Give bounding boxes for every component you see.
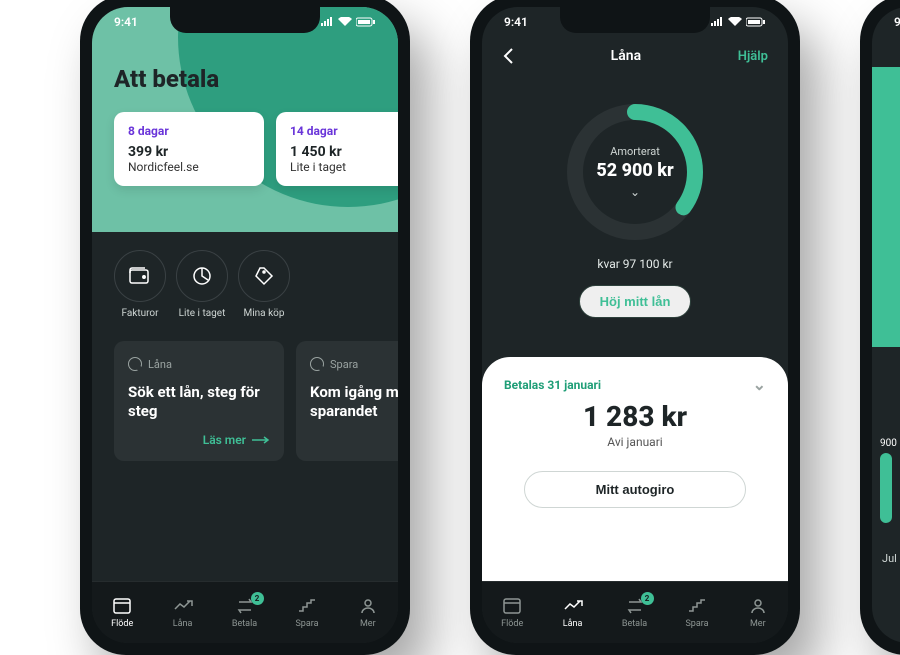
- payment-card[interactable]: 14 dagar 1 450 kr Lite i taget: [276, 112, 398, 186]
- due-label: Betalas 31 januari: [504, 378, 601, 392]
- tab-mer[interactable]: Mer: [747, 596, 769, 629]
- hero-att-betala: Att betala 8 dagar 399 kr Nordicfeel.se …: [92, 7, 398, 232]
- tab-flode[interactable]: Flöde: [501, 596, 523, 629]
- phone-loan: 9:41 Låna Hjälp: [470, 0, 800, 655]
- status-time: 9:41: [504, 15, 528, 29]
- progress-ring: Amorterat 52 900 kr ⌄: [560, 97, 710, 247]
- quick-actions-row: Fakturor Lite i taget Mina köp: [92, 232, 398, 331]
- logo-icon: [128, 357, 142, 371]
- logo-icon: [310, 357, 324, 371]
- notch: [170, 7, 320, 33]
- user-icon: [357, 596, 379, 616]
- promo-title: Kom igång med sparandet: [310, 383, 398, 421]
- remaining-text: kvar 97 100 kr: [597, 257, 672, 271]
- hero-title: Att betala: [114, 65, 219, 93]
- loan-icon: [172, 596, 194, 616]
- raise-loan-button[interactable]: Höj mitt lån: [579, 285, 692, 318]
- status-icons: [710, 15, 766, 29]
- nav-title: Låna: [611, 48, 641, 64]
- slider-track: [880, 453, 892, 523]
- amount-slider[interactable]: 900: [880, 438, 897, 523]
- loan-progress: Amorterat 52 900 kr ⌄ kvar 97 100 kr Höj…: [482, 97, 788, 318]
- status-time: 9:41: [894, 15, 900, 29]
- due-sub: Avi januari: [504, 435, 766, 449]
- hero-shape: [872, 67, 900, 347]
- phone-feed: 9:41 Att betala 8 dagar 399 kr Nordicfee…: [80, 0, 410, 655]
- promo-read-more[interactable]: Läs mer: [310, 433, 398, 447]
- pay-icon: 2: [624, 596, 646, 616]
- wallet-icon: [114, 250, 166, 302]
- chevron-down-icon: ⌄: [753, 375, 766, 394]
- arrow-right-icon: [252, 436, 270, 444]
- piechart-icon: [176, 250, 228, 302]
- quick-fakturor[interactable]: Fakturor: [114, 250, 166, 319]
- payment-days: 14 dagar: [290, 124, 398, 138]
- status-bar: 9:41: [872, 15, 900, 29]
- pay-icon: 2: [234, 596, 256, 616]
- payment-sheet: Betalas 31 januari ⌄ 1 283 kr Avi januar…: [482, 357, 788, 581]
- status-icons: [320, 15, 376, 29]
- back-button[interactable]: [502, 47, 514, 65]
- user-icon: [747, 596, 769, 616]
- quick-label: Lite i taget: [179, 308, 226, 319]
- save-icon: [296, 596, 318, 616]
- status-time: 9:41: [114, 15, 138, 29]
- promo-row[interactable]: Låna Sök ett lån, steg för steg Läs mer …: [92, 331, 398, 471]
- phone-partial: 9:41 900 Jul: [860, 0, 900, 655]
- quick-label: Mina köp: [244, 308, 285, 319]
- due-row[interactable]: Betalas 31 januari ⌄: [504, 375, 766, 394]
- ring-label: Amorterat: [610, 145, 660, 158]
- loan-icon: [562, 596, 584, 616]
- payment-cards-row[interactable]: 8 dagar 399 kr Nordicfeel.se 14 dagar 1 …: [114, 112, 398, 186]
- slider-value: 900: [880, 438, 897, 449]
- tab-mer[interactable]: Mer: [357, 596, 379, 629]
- promo-title: Sök ett lån, steg för steg: [128, 383, 270, 421]
- help-link[interactable]: Hjälp: [738, 49, 768, 64]
- autogiro-button[interactable]: Mitt autogiro: [524, 471, 747, 508]
- tab-spara[interactable]: Spara: [295, 596, 318, 629]
- tab-flode[interactable]: Flöde: [111, 596, 133, 629]
- payment-amount: 399 kr: [128, 144, 250, 160]
- notch: [560, 7, 710, 33]
- tab-lana[interactable]: Låna: [172, 596, 194, 629]
- tab-badge: 2: [641, 592, 654, 605]
- chevron-left-icon: [502, 47, 514, 65]
- payment-merchant: Lite i taget: [290, 160, 398, 174]
- payment-amount: 1 450 kr: [290, 144, 398, 160]
- tab-lana[interactable]: Låna: [562, 596, 584, 629]
- tab-bar: Flöde Låna 2 Betala Spara: [482, 581, 788, 643]
- chevron-down-icon[interactable]: ⌄: [630, 185, 640, 199]
- feed-icon: [501, 596, 523, 616]
- quick-mina-kop[interactable]: Mina köp: [238, 250, 290, 319]
- feed-icon: [111, 596, 133, 616]
- payment-merchant: Nordicfeel.se: [128, 160, 250, 174]
- promo-read-more[interactable]: Läs mer: [128, 433, 270, 447]
- quick-label: Fakturor: [121, 308, 158, 319]
- tab-bar: Flöde Låna 2 Betala Spara: [92, 581, 398, 643]
- promo-spara[interactable]: Spara Kom igång med sparandet Läs mer: [296, 341, 398, 461]
- ring-value: 52 900 kr: [596, 160, 673, 181]
- tab-betala[interactable]: 2 Betala: [232, 596, 257, 629]
- due-amount: 1 283 kr: [504, 400, 766, 433]
- month-label: Jul: [882, 552, 897, 565]
- tag-icon: [238, 250, 290, 302]
- payment-card[interactable]: 8 dagar 399 kr Nordicfeel.se: [114, 112, 264, 186]
- tab-badge: 2: [251, 592, 264, 605]
- promo-tag: Låna: [148, 358, 172, 371]
- promo-tag: Spara: [330, 358, 358, 371]
- promo-lana[interactable]: Låna Sök ett lån, steg för steg Läs mer: [114, 341, 284, 461]
- quick-lite-i-taget[interactable]: Lite i taget: [176, 250, 228, 319]
- save-icon: [686, 596, 708, 616]
- payment-days: 8 dagar: [128, 124, 250, 138]
- nav-bar: Låna Hjälp: [482, 47, 788, 65]
- tab-spara[interactable]: Spara: [685, 596, 708, 629]
- tab-betala[interactable]: 2 Betala: [622, 596, 647, 629]
